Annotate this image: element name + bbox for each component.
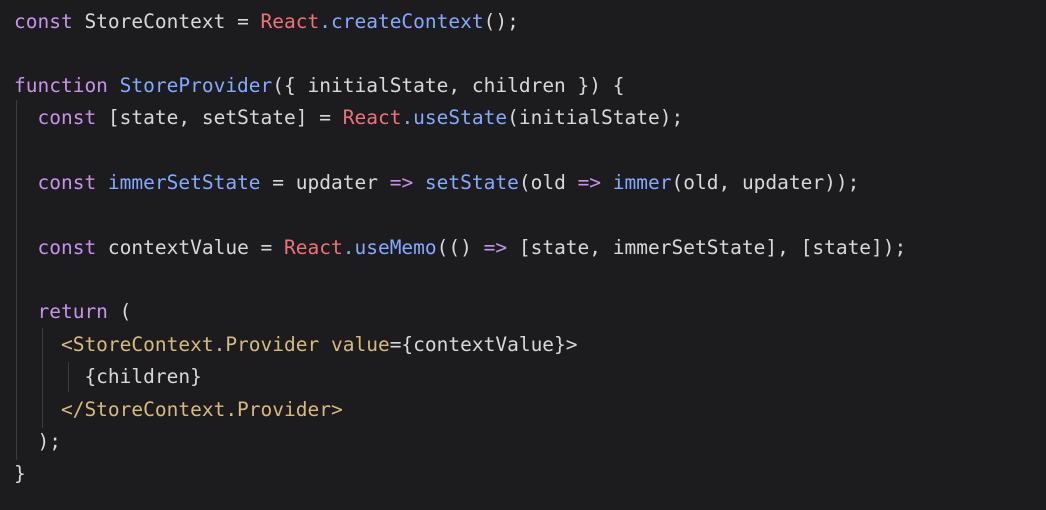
code-token: React xyxy=(260,10,320,33)
code-token: {children} xyxy=(14,365,202,388)
code-token: React xyxy=(342,106,402,129)
code-line[interactable]: const [state, setState] = React.useState… xyxy=(14,104,683,132)
code-token: (); xyxy=(483,10,519,33)
code-token: function xyxy=(14,74,108,97)
code-line[interactable]: <StoreContext.Provider value={contextVal… xyxy=(14,331,578,359)
code-token: immerSetState xyxy=(96,171,261,194)
code-token: ({ initialState, children }) { xyxy=(272,74,625,97)
code-token: ); xyxy=(14,430,61,453)
code-token: const xyxy=(14,106,97,129)
code-token: = updater xyxy=(260,171,390,194)
code-editor[interactable]: const StoreContext = React.createContext… xyxy=(0,0,1046,510)
code-token: => xyxy=(483,236,508,259)
code-token: ={contextValue}> xyxy=(389,333,578,356)
code-token: } xyxy=(14,462,26,485)
code-token: setState xyxy=(413,171,519,194)
code-token: </StoreContext.Provider> xyxy=(14,398,343,421)
code-token: const xyxy=(14,10,73,33)
code-token: const xyxy=(14,171,97,194)
code-token: return xyxy=(14,300,108,323)
code-token: React xyxy=(284,236,343,259)
code-token: ( xyxy=(107,300,132,323)
code-line[interactable]: const contextValue = React.useMemo(() =>… xyxy=(14,234,906,262)
code-token: .useMemo xyxy=(342,236,437,259)
code-token: StoreProvider xyxy=(107,74,273,97)
code-line[interactable]: return ( xyxy=(14,298,131,326)
code-token: immer xyxy=(601,171,672,194)
code-token: => xyxy=(577,171,602,194)
code-token: .useState xyxy=(401,106,508,129)
code-line[interactable]: const StoreContext = React.createContext… xyxy=(14,8,519,36)
code-token: contextValue = xyxy=(96,236,285,259)
code-line[interactable]: } xyxy=(14,460,26,488)
code-token: (initialState); xyxy=(507,106,684,129)
code-token: => xyxy=(389,171,414,194)
code-token: [state, setState] = xyxy=(96,106,343,129)
code-line[interactable]: ); xyxy=(14,428,61,456)
code-token: (old xyxy=(518,171,578,194)
code-line[interactable]: function StoreProvider({ initialState, c… xyxy=(14,72,625,100)
code-line[interactable]: {children} xyxy=(14,363,202,391)
code-token: <StoreContext.Provider xyxy=(14,333,331,356)
code-line[interactable]: </StoreContext.Provider> xyxy=(14,396,343,424)
code-token: value xyxy=(330,333,390,356)
code-token: .createContext xyxy=(319,10,484,33)
code-token: (() xyxy=(436,236,484,259)
code-token: StoreContext = xyxy=(72,10,261,33)
code-token: const xyxy=(14,236,97,259)
code-token: (old, updater)); xyxy=(671,171,860,194)
code-token: [state, immerSetState], [state]); xyxy=(507,236,907,259)
code-line[interactable]: const immerSetState = updater => setStat… xyxy=(14,169,859,197)
